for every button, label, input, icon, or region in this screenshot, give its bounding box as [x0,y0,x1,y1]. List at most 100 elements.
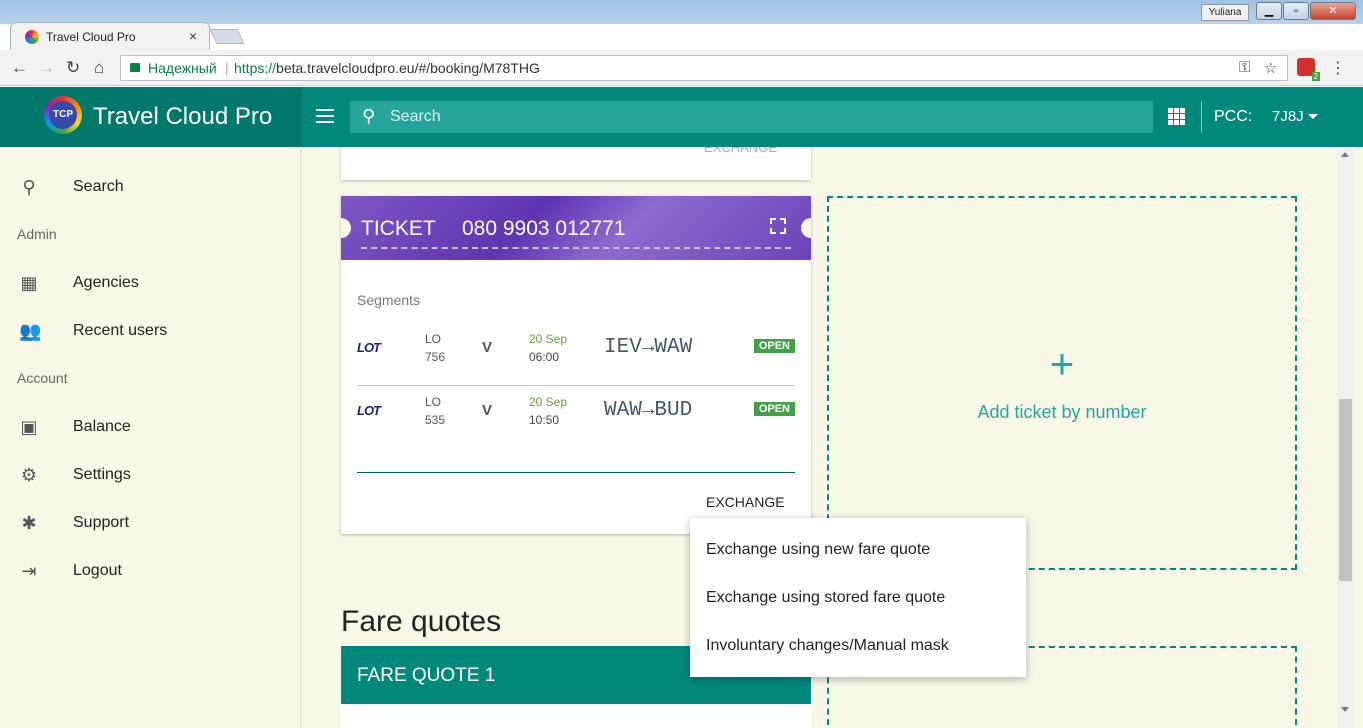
url-rest: beta.travelcloudpro.eu/#/booking/M78THG [276,60,540,76]
pcc-value[interactable]: 7J8J [1272,108,1304,125]
right-edge [1354,147,1363,728]
brand-name: Travel Cloud Pro [93,103,273,130]
exchange-button[interactable]: EXCHANGE [704,147,777,155]
pcc-dropdown-icon[interactable] [1308,114,1318,119]
browser-tab[interactable]: Travel Cloud Pro × [10,22,210,50]
logo-text: TCP [49,101,77,129]
lock-icon [130,63,140,72]
reload-icon[interactable]: ↻ [66,58,80,78]
pcc-label: PCC: [1214,108,1253,125]
building-icon: ▦ [20,273,38,293]
menu-item-stored-fare-quote[interactable]: Exchange using stored fare quote [706,589,945,607]
gear-icon: ⚙ [20,465,38,485]
sidebar-item-label: Balance [73,418,131,435]
favicon-icon [25,30,39,44]
fare-quotes-title: Fare quotes [341,605,502,638]
flight-info: LO 756 [425,332,446,364]
tab-title: Travel Cloud Pro [46,30,136,44]
ticket-label: TICKET [361,217,436,240]
scroll-up-icon[interactable] [1341,152,1349,157]
search-icon: ⚲ [22,177,36,197]
add-icon: + [1049,340,1075,387]
brand-area[interactable]: TCP Travel Cloud Pro [0,87,302,147]
route: IEV→WAW [604,336,693,359]
segment-row[interactable]: LOT LO 535 V 20 Sep 10:50 WAW→BUD OPEN [357,389,795,449]
add-ticket-box[interactable]: + Add ticket by number [827,196,1297,570]
menu-icon[interactable] [316,109,334,123]
exchange-dropdown-menu: Exchange using new fare quote Exchange u… [690,518,1026,677]
new-tab-button[interactable] [209,29,245,44]
sidebar-item-label: Settings [73,466,131,483]
wallet-icon: ▣ [20,417,38,437]
sidebar-item-label: Support [73,514,130,531]
app-topbar: TCP Travel Cloud Pro ⚲ PCC: 7J8J [0,87,1363,147]
browser-menu-icon[interactable]: ⋮ [1330,58,1346,78]
booking-class: V [482,339,493,356]
ticket-number: 080 9903 012771 [462,217,626,240]
departure-datetime: 20 Sep 06:00 [529,332,568,364]
url-scheme: https:// [234,60,277,76]
search-input[interactable] [390,101,1130,133]
sidebar-item-label: Agencies [73,274,139,291]
ticket-header: TICKET 080 9903 012771 [341,196,811,260]
forward-icon[interactable]: → [38,58,55,78]
close-window-button[interactable]: ✕ [1310,2,1356,20]
airline-logo: LOT [357,403,381,418]
apps-grid-icon[interactable] [1168,108,1185,125]
maximize-button[interactable]: ▫ [1283,2,1309,20]
sidebar-item-support[interactable]: ✱ Support [0,503,300,543]
sidebar-item-label: Search [73,178,124,195]
extension-badge: 2 [1311,72,1320,81]
search-bar[interactable]: ⚲ [350,101,1153,133]
fullscreen-icon[interactable] [770,218,786,234]
address-bar-row: ← → ↻ ⌂ Надежный | https://beta.travelcl… [0,50,1363,86]
home-icon[interactable]: ⌂ [94,58,104,78]
ticket-notch-left [341,218,351,238]
secure-label: Надежный [148,60,217,76]
topbar-divider [1201,101,1202,133]
ticket-notch-right [801,218,811,238]
booking-class: V [482,402,493,419]
sidebar-item-label: Recent users [73,322,168,339]
sidebar-item-label: Logout [73,562,122,579]
back-icon[interactable]: ← [11,58,28,78]
url-text[interactable]: https://beta.travelcloudpro.eu/#/booking… [234,60,540,76]
tab-close-icon[interactable]: × [189,28,197,44]
section-account: Account [17,370,68,386]
previous-ticket-card: EXCHANGE [341,147,811,180]
status-badge: OPEN [753,402,795,416]
section-admin: Admin [17,226,57,242]
sidebar-item-settings[interactable]: ⚙ Settings [0,455,300,495]
logout-icon: ⇥ [21,561,37,581]
users-icon: 👥 [19,321,42,341]
omnibox[interactable]: Надежный | https://beta.travelcloudpro.e… [120,55,1288,81]
omnibox-separator: | [225,60,229,76]
segment-row[interactable]: LOT LO 756 V 20 Sep 06:00 IEV→WAW OPEN [357,326,795,386]
menu-item-involuntary-changes[interactable]: Involuntary changes/Manual mask [706,637,949,655]
sidebar-item-balance[interactable]: ▣ Balance [0,407,300,447]
sidebar-item-recent-users[interactable]: 👥 Recent users [0,311,300,351]
app-root: TCP Travel Cloud Pro ⚲ PCC: 7J8J ⚲ Searc… [0,87,1363,728]
minimize-button[interactable]: ▁ [1256,2,1282,20]
sidebar-item-search[interactable]: ⚲ Search [0,167,300,207]
route: WAW→BUD [604,399,693,422]
window-titlebar [0,0,1363,24]
scroll-down-icon[interactable] [1341,707,1349,712]
fare-quote-card-body [341,704,811,728]
menu-item-new-fare-quote[interactable]: Exchange using new fare quote [706,541,930,559]
extension-icon[interactable]: 2 [1297,58,1320,81]
sidebar-item-agencies[interactable]: ▦ Agencies [0,263,300,303]
ticket-card: TICKET 080 9903 012771 Segments LOT LO 75… [341,196,811,534]
main-content: EXCHANGE TICKET 080 9903 012771 Segments… [302,147,1337,728]
fare-quote-title: FARE QUOTE 1 [357,665,496,686]
scrollbar[interactable] [1337,147,1354,728]
ticket-footer-divider [357,472,795,473]
profile-name[interactable]: Yuliana [1201,4,1249,21]
search-icon: ⚲ [362,106,376,126]
sidebar-item-logout[interactable]: ⇥ Logout [0,551,300,591]
exchange-button[interactable]: EXCHANGE [706,494,785,510]
bookmark-star-icon[interactable]: ☆ [1264,59,1277,77]
key-icon[interactable]: ⚿ [1239,59,1250,76]
scroll-thumb[interactable] [1339,399,1352,581]
sidebar: ⚲ Search Admin ▦ Agencies 👥 Recent users… [0,147,302,728]
